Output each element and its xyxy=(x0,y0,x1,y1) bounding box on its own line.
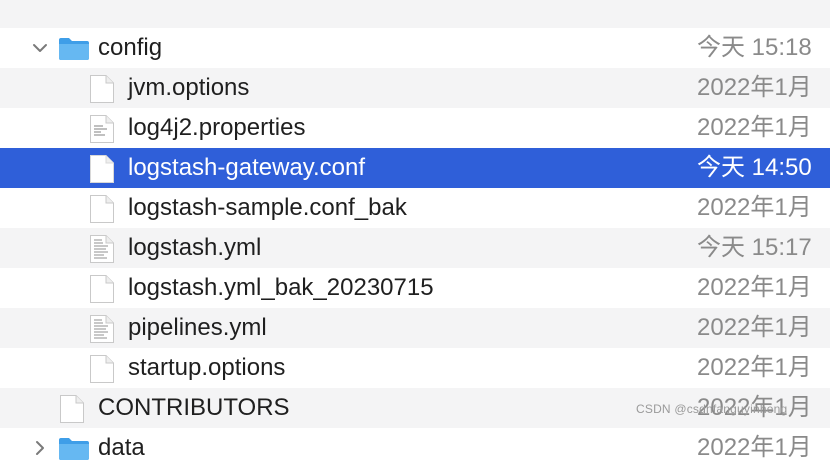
file-name: config xyxy=(98,34,163,61)
file-row-pipelines-yml[interactable]: pipelines.yml 2022年1月 xyxy=(0,308,830,348)
file-row-logstash-sample-conf-bak[interactable]: logstash-sample.conf_bak 2022年1月 xyxy=(0,188,830,228)
text-document-icon xyxy=(90,235,114,263)
document-icon xyxy=(60,395,84,423)
file-row-logstash-yml[interactable]: logstash.yml 今天 15:17 xyxy=(0,228,830,268)
chevron-right-icon[interactable] xyxy=(30,438,50,458)
file-row-logstash-gateway-conf[interactable]: logstash-gateway.conf 今天 14:50 xyxy=(0,148,830,188)
document-icon xyxy=(90,275,114,303)
watermark: CSDN @csdnfanguyinheng xyxy=(636,402,788,416)
file-name: logstash.yml xyxy=(128,234,262,261)
file-name: log4j2.properties xyxy=(128,114,306,141)
list-row-partial-top[interactable] xyxy=(0,0,830,28)
file-name: pipelines.yml xyxy=(128,314,267,341)
folder-row-config[interactable]: config 今天 15:18 xyxy=(0,28,830,68)
date-modified: 2022年1月 xyxy=(697,314,812,341)
date-modified: 2022年1月 xyxy=(697,114,812,141)
date-modified: 2022年1月 xyxy=(697,74,812,101)
date-modified: 2022年1月 xyxy=(697,354,812,381)
chevron-down-icon[interactable] xyxy=(30,38,50,58)
document-icon xyxy=(90,355,114,383)
text-document-icon xyxy=(90,115,114,143)
date-modified: 2022年1月 xyxy=(697,194,812,221)
folder-icon xyxy=(59,438,89,460)
file-row-jvm-options[interactable]: jvm.options 2022年1月 xyxy=(0,68,830,108)
text-document-icon xyxy=(90,315,114,343)
date-modified: 今天 15:18 xyxy=(697,34,812,61)
file-name: logstash.yml_bak_20230715 xyxy=(128,274,434,301)
document-icon xyxy=(90,75,114,103)
date-modified: 今天 15:17 xyxy=(697,234,812,261)
file-list: config 今天 15:18 jvm.options 2022年1月 log4… xyxy=(0,0,830,468)
file-name: logstash-gateway.conf xyxy=(128,154,366,181)
folder-icon xyxy=(59,38,89,60)
file-name: startup.options xyxy=(128,354,286,381)
document-icon xyxy=(90,195,114,223)
file-name: jvm.options xyxy=(128,74,250,101)
document-icon xyxy=(90,155,114,183)
file-row-log4j2-properties[interactable]: log4j2.properties 2022年1月 xyxy=(0,108,830,148)
file-name: CONTRIBUTORS xyxy=(98,394,290,421)
date-modified: 2022年1月 xyxy=(697,274,812,301)
file-name: logstash-sample.conf_bak xyxy=(128,194,407,221)
file-row-startup-options[interactable]: startup.options 2022年1月 xyxy=(0,348,830,388)
date-modified: 2022年1月 xyxy=(697,434,812,461)
date-modified: 今天 14:50 xyxy=(697,154,812,181)
file-name: data xyxy=(98,434,145,461)
file-row-logstash-yml-bak[interactable]: logstash.yml_bak_20230715 2022年1月 xyxy=(0,268,830,308)
folder-row-data[interactable]: data 2022年1月 xyxy=(0,428,830,468)
